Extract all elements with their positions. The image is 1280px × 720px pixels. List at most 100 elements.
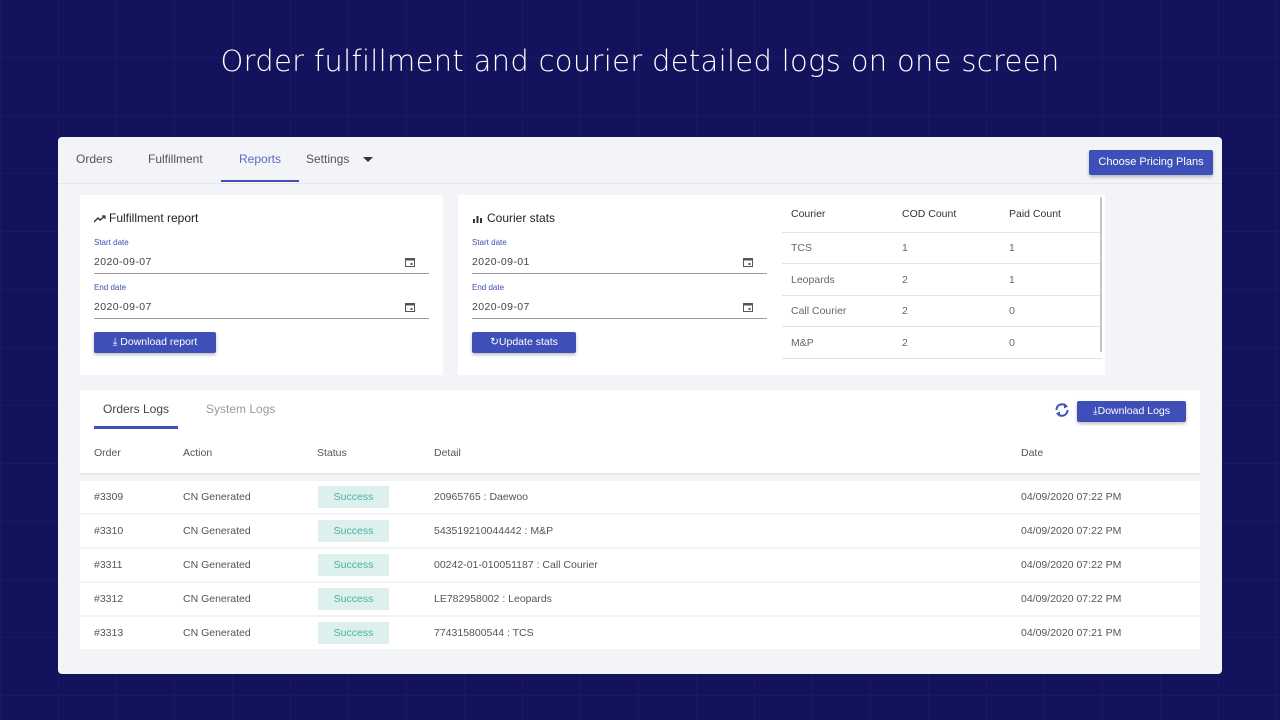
courier-end-date-input[interactable]: 2020-09-07 <box>472 297 767 319</box>
status-badge: Success <box>318 486 389 508</box>
order-id: #3310 <box>94 525 124 537</box>
download-report-button[interactable]: ⤓ Download report <box>94 332 216 353</box>
date: 04/09/2020 07:22 PM <box>1021 593 1122 605</box>
detail: 543519210044442 : M&P <box>434 525 554 537</box>
header-courier: Courier <box>791 208 826 220</box>
table-row-partial <box>782 360 1102 375</box>
caret-down-icon <box>363 157 374 163</box>
cod-count: 1 <box>902 242 908 254</box>
fulfillment-report-title: Fulfillment report <box>94 211 198 225</box>
status-badge: Success <box>318 622 389 644</box>
action: CN Generated <box>183 559 251 571</box>
calendar-icon[interactable] <box>743 257 753 267</box>
tab-fulfillment[interactable]: Fulfillment <box>148 137 203 184</box>
date: 04/09/2020 07:21 PM <box>1021 627 1122 639</box>
courier-name: Leopards <box>791 274 835 286</box>
header-cod-count: COD Count <box>902 208 957 220</box>
paid-count: 1 <box>1009 242 1015 254</box>
logs-panel: Orders Logs System Logs ⤓Download Logs O… <box>80 390 1200 650</box>
table-row: TCS 1 1 <box>782 233 1102 264</box>
table-row: Call Courier 2 0 <box>782 296 1102 327</box>
date: 04/09/2020 07:22 PM <box>1021 559 1122 571</box>
tab-system-logs[interactable]: System Logs <box>206 402 275 416</box>
status-badge: Success <box>318 554 389 576</box>
top-nav: Orders Fulfillment Reports Settings Choo… <box>58 137 1222 184</box>
download-report-label: Download report <box>120 336 198 348</box>
status-badge: Success <box>318 520 389 542</box>
header-detail: Detail <box>434 447 461 459</box>
end-date-label: End date <box>472 283 505 292</box>
fulfillment-report-title-text: Fulfillment report <box>109 211 199 225</box>
calendar-icon[interactable] <box>405 302 415 312</box>
table-header: Courier COD Count Paid Count <box>782 195 1102 233</box>
detail: 20965765 : Daewoo <box>434 491 528 503</box>
courier-stats-title: Courier stats <box>472 211 555 225</box>
detail: 774315800544 : TCS <box>434 627 534 639</box>
order-id: #3311 <box>94 559 123 571</box>
update-stats-button[interactable]: ↻Update stats <box>472 332 576 353</box>
download-logs-button[interactable]: ⤓Download Logs <box>1077 401 1186 422</box>
update-stats-label: Update stats <box>498 336 558 348</box>
tab-orders[interactable]: Orders <box>76 137 113 184</box>
bar-chart-icon <box>473 216 482 223</box>
header-date: Date <box>1021 447 1044 459</box>
choose-pricing-plans-button[interactable]: Choose Pricing Plans <box>1089 150 1213 175</box>
table-row: Leopards 2 1 <box>782 265 1102 296</box>
courier-name: Call Courier <box>791 305 847 317</box>
log-row: #3309 CN Generated Success 20965765 : Da… <box>80 481 1200 513</box>
header-action: Action <box>183 447 213 459</box>
courier-name: TCS <box>791 242 812 254</box>
cod-count: 2 <box>902 305 908 317</box>
header-status: Status <box>317 447 347 459</box>
tab-settings-label: Settings <box>306 152 350 166</box>
status-badge: Success <box>318 588 389 610</box>
fulfillment-report-card: Fulfillment report Start date 2020-09-07… <box>80 195 443 375</box>
log-row: #3311 CN Generated Success 00242-01-0100… <box>80 549 1200 581</box>
paid-count: 1 <box>1009 274 1015 286</box>
log-row: #3313 CN Generated Success 774315800544 … <box>80 617 1200 649</box>
logs-header: Orders Logs System Logs ⤓Download Logs O… <box>80 390 1200 475</box>
paid-count: 0 <box>1009 305 1015 317</box>
detail: 00242-01-010051187 : Call Courier <box>434 559 598 571</box>
order-id: #3313 <box>94 627 124 639</box>
tab-reports[interactable]: Reports <box>220 137 300 184</box>
log-row: #3310 CN Generated Success 5435192100444… <box>80 515 1200 547</box>
logs-table-header: Order Action Status Detail Date <box>80 442 1200 475</box>
header-paid-count: Paid Count <box>1009 208 1061 220</box>
trending-up-icon <box>94 215 106 223</box>
courier-start-date-input[interactable]: 2020-09-01 <box>472 252 767 274</box>
tab-settings[interactable]: Settings <box>306 137 374 184</box>
download-icon: ⤓ <box>112 336 118 348</box>
fulfillment-end-date-input[interactable]: 2020-09-07 <box>94 297 429 319</box>
order-id: #3309 <box>94 491 124 503</box>
tab-orders-logs[interactable]: Orders Logs <box>93 402 179 429</box>
action: CN Generated <box>183 491 251 503</box>
start-date-value: 2020-09-07 <box>94 256 152 268</box>
end-date-value: 2020-09-07 <box>472 301 530 313</box>
order-id: #3312 <box>94 593 124 605</box>
start-date-value: 2020-09-01 <box>472 256 530 268</box>
action: CN Generated <box>183 593 251 605</box>
calendar-icon[interactable] <box>743 302 753 312</box>
app-window: Orders Fulfillment Reports Settings Choo… <box>58 137 1222 674</box>
end-date-label: End date <box>94 283 127 292</box>
courier-stats-table: Courier COD Count Paid Count TCS 1 1 Leo… <box>782 195 1105 375</box>
table-row: M&P 2 0 <box>782 328 1102 359</box>
courier-stats-title-text: Courier stats <box>487 211 556 225</box>
date: 04/09/2020 07:22 PM <box>1021 525 1122 537</box>
sync-icon[interactable] <box>1053 401 1071 419</box>
action: CN Generated <box>183 627 251 639</box>
header-order: Order <box>94 447 121 459</box>
cod-count: 2 <box>902 337 908 349</box>
calendar-icon[interactable] <box>405 257 415 267</box>
date: 04/09/2020 07:22 PM <box>1021 491 1122 503</box>
cod-count: 2 <box>902 274 908 286</box>
action: CN Generated <box>183 525 251 537</box>
fulfillment-start-date-input[interactable]: 2020-09-07 <box>94 252 429 274</box>
download-logs-label: Download Logs <box>1097 405 1171 417</box>
start-date-label: Start date <box>472 238 507 247</box>
table-scrollbar[interactable] <box>1100 197 1102 352</box>
log-row: #3312 CN Generated Success LE782958002 :… <box>80 583 1200 615</box>
courier-name: M&P <box>791 337 814 349</box>
end-date-value: 2020-09-07 <box>94 301 152 313</box>
